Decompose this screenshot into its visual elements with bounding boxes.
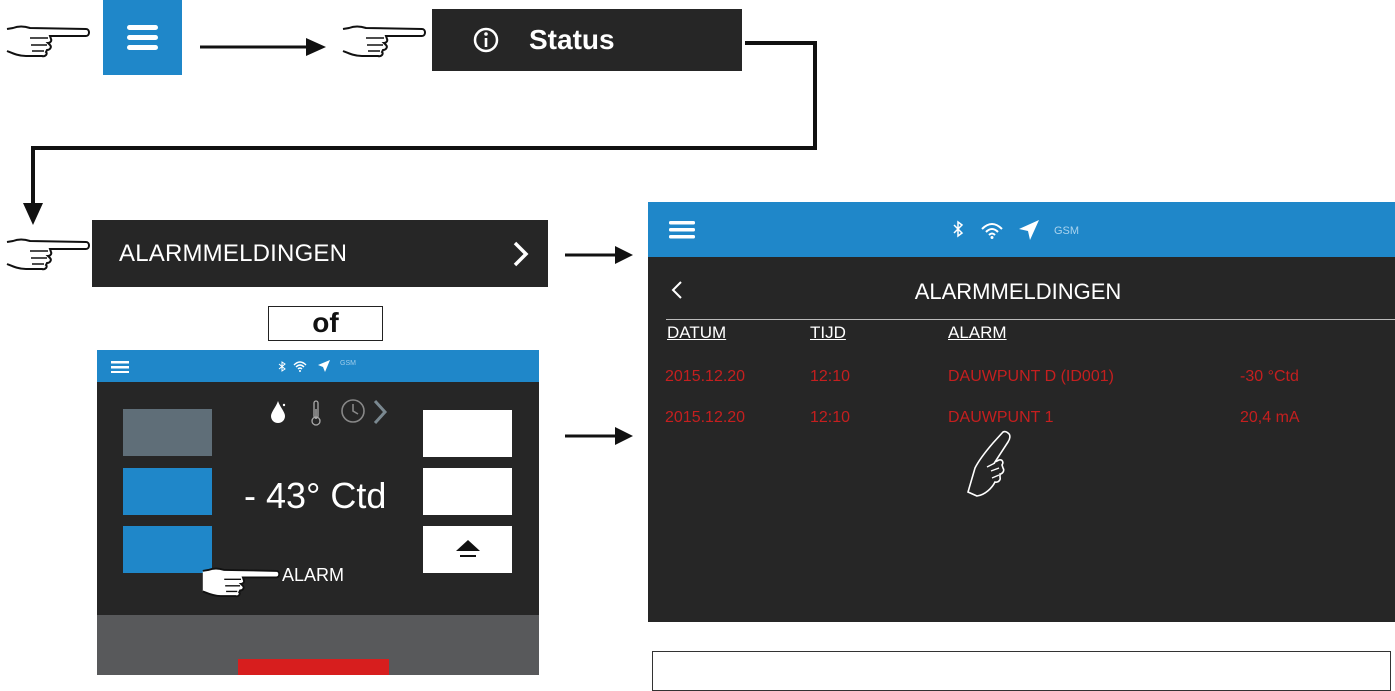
column-header-time[interactable]: TIJD xyxy=(810,323,846,343)
alarm-indicator-bar xyxy=(238,659,389,675)
divider xyxy=(666,319,1395,320)
status-bar: GSM xyxy=(97,350,539,382)
flow-connector xyxy=(0,0,830,225)
column-header-alarm[interactable]: ALARM xyxy=(948,323,1007,343)
location-arrow-icon xyxy=(1019,220,1039,240)
hamburger-menu-icon[interactable] xyxy=(111,361,129,373)
gsm-indicator: GSM xyxy=(340,360,356,367)
tile[interactable] xyxy=(123,468,212,515)
home-screen-thumbnail: GSM - 43° Ctd ALARM xyxy=(97,350,539,675)
row-time: 12:10 xyxy=(810,368,851,385)
dewpoint-reading: - 43° Ctd xyxy=(244,475,387,516)
flow-arrow xyxy=(565,246,635,264)
flow-arrow xyxy=(565,427,635,445)
screen-title: ALARMMELDINGEN xyxy=(914,279,1122,304)
clock-icon xyxy=(341,399,365,423)
tile[interactable] xyxy=(423,410,512,457)
upload-button[interactable] xyxy=(423,526,512,573)
alarmmeldingen-label: ALARMMELDINGEN xyxy=(119,240,348,267)
hamburger-menu-icon[interactable] xyxy=(669,221,695,239)
location-arrow-icon xyxy=(318,360,330,372)
chevron-right-icon xyxy=(513,241,529,267)
row-date: 2015.12.20 xyxy=(665,409,746,426)
bluetooth-icon xyxy=(953,220,964,238)
tile[interactable] xyxy=(123,526,212,573)
wifi-icon xyxy=(981,223,1003,239)
or-label: of xyxy=(268,306,383,341)
bluetooth-icon xyxy=(278,361,286,372)
alarmmeldingen-menu-item[interactable]: ALARMMELDINGEN xyxy=(92,220,548,287)
column-header-date[interactable]: DATUM xyxy=(667,323,726,343)
note-box xyxy=(652,651,1391,691)
alarm-label[interactable]: ALARM xyxy=(282,564,344,586)
thermometer-icon xyxy=(311,400,321,426)
drop-icon xyxy=(271,401,286,423)
pointing-hand-icon xyxy=(200,567,282,599)
row-value: 20,4 mA xyxy=(1240,409,1300,426)
row-alarm: DAUWPUNT D (ID001) xyxy=(948,368,1114,385)
upload-icon xyxy=(456,540,480,557)
touch-hand-icon xyxy=(967,430,1011,497)
tile[interactable] xyxy=(423,468,512,515)
row-alarm: DAUWPUNT 1 xyxy=(948,409,1054,426)
tile[interactable] xyxy=(123,409,212,456)
row-time: 12:10 xyxy=(810,409,851,426)
wifi-icon xyxy=(293,361,307,372)
alarm-messages-screen: GSM ALARMMELDINGEN DATUM TIJD ALARM 2015… xyxy=(648,202,1395,622)
gsm-indicator: GSM xyxy=(1054,225,1080,237)
status-bar: GSM xyxy=(648,202,1395,257)
row-value: -30 °Ctd xyxy=(1240,368,1299,385)
pointing-hand-icon xyxy=(4,238,92,272)
row-date: 2015.12.20 xyxy=(665,368,746,385)
chevron-right-icon[interactable] xyxy=(372,399,388,425)
